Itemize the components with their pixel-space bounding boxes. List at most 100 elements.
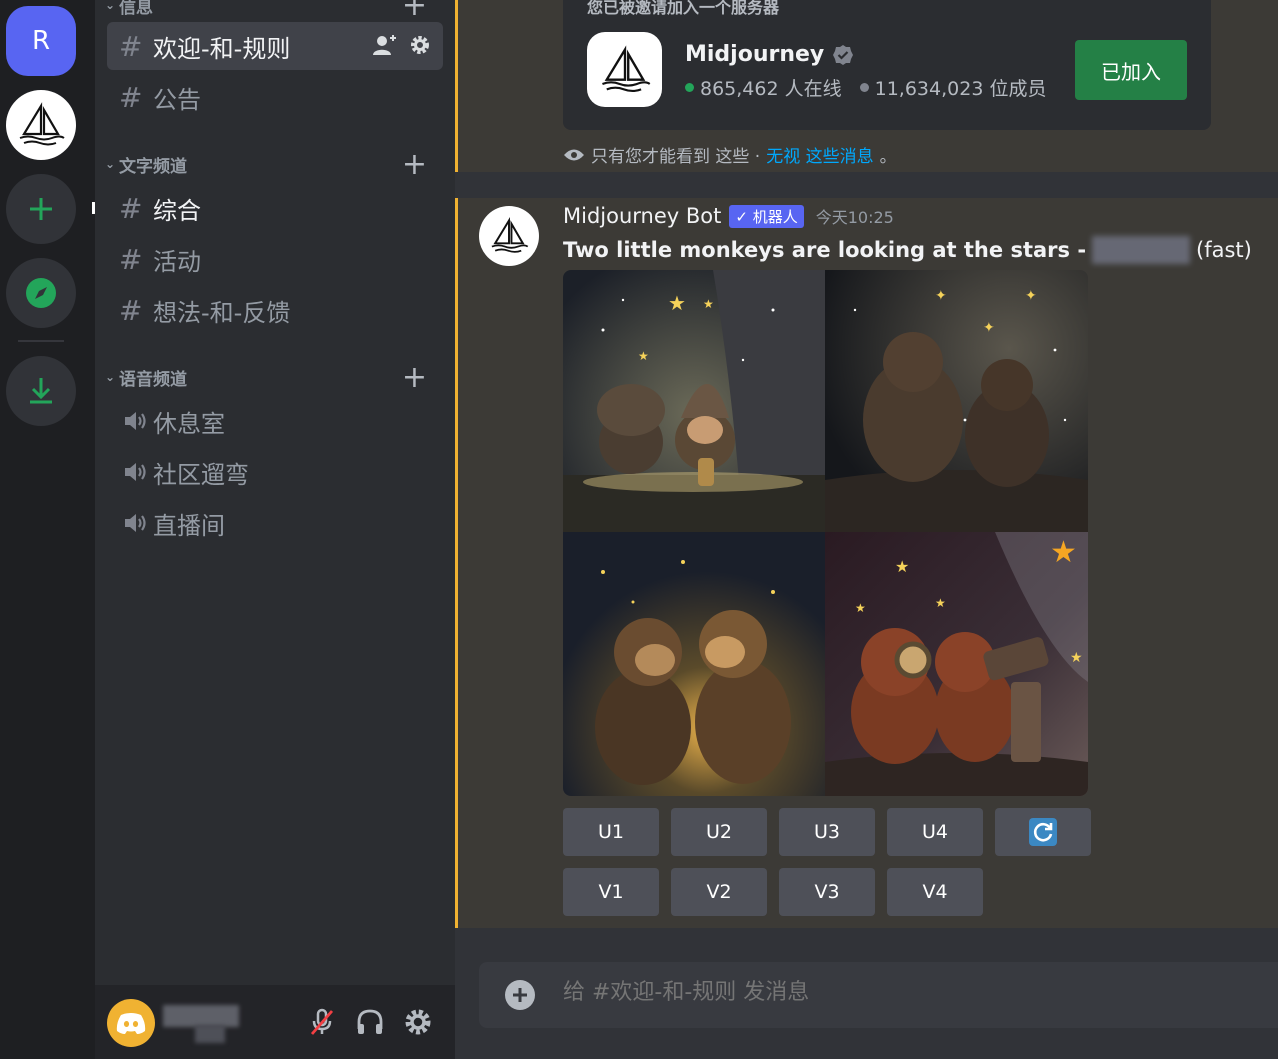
image-tile-3[interactable]: [563, 532, 825, 796]
author-name[interactable]: Midjourney Bot: [563, 204, 721, 228]
channel-welcome-rules[interactable]: # 欢迎-和-规则: [107, 22, 443, 70]
add-server-button[interactable]: [6, 174, 76, 244]
message-composer: [479, 962, 1278, 1028]
channel-sidebar: ⌄ 信息 + # 欢迎-和-规则 # 公告 ⌄ 文字频道 + # 综合 # 活动…: [95, 0, 455, 1059]
upscale-4-button[interactable]: U4: [887, 808, 983, 856]
home-server-button[interactable]: R: [6, 6, 76, 76]
message-input[interactable]: [563, 980, 1163, 1005]
channel-label: 综合: [153, 196, 201, 225]
joined-button[interactable]: 已加入: [1075, 40, 1187, 100]
channel-announcements[interactable]: # 公告: [107, 73, 443, 121]
online-dot: [685, 83, 694, 92]
image-tile-2[interactable]: ✦ ✦ ✦: [825, 270, 1088, 532]
avatar[interactable]: [107, 999, 155, 1047]
upscale-1-button[interactable]: U1: [563, 808, 659, 856]
speaker-icon: [125, 412, 146, 430]
user-panel: [95, 985, 455, 1059]
generated-image-grid[interactable]: ★ ★ ★ ✦ ✦ ✦ ★ ★ ★ ★ ★: [563, 270, 1088, 796]
add-channel-icon[interactable]: +: [402, 0, 427, 23]
speaker-icon: [125, 463, 146, 481]
server-rail: R: [0, 0, 100, 1059]
dismiss-link[interactable]: 无视 这些消息: [766, 142, 873, 167]
variation-1-button[interactable]: V1: [563, 868, 659, 916]
channel-label: 欢迎-和-规则: [153, 34, 291, 63]
image-tile-1[interactable]: ★ ★ ★: [563, 270, 825, 532]
hash-icon: #: [119, 242, 143, 276]
variation-4-button[interactable]: V4: [887, 868, 983, 916]
invite-member-icon[interactable]: [373, 34, 397, 56]
members-dot: [859, 83, 869, 92]
bot-avatar[interactable]: [479, 206, 539, 266]
channel-events[interactable]: # 活动: [107, 235, 443, 283]
member-count: 11,634,023 位成员: [874, 78, 1047, 100]
user-mention-redacted: [1092, 236, 1191, 264]
voice-channel-lounge[interactable]: 休息室: [107, 397, 443, 445]
svg-text:✦: ✦: [935, 288, 947, 304]
eye-icon: [564, 149, 584, 160]
message-header: Midjourney Bot ✓ 机器人 今天10:25: [563, 204, 894, 228]
category-label: 文字频道: [119, 156, 187, 177]
svg-text:★: ★: [935, 596, 946, 610]
channel-label: 社区遛弯: [153, 460, 249, 489]
server-invite-card: 您已被邀请加入一个服务器 Midjourney 865,462 人在线 11,6…: [563, 0, 1211, 130]
discord-logo-icon: [116, 1013, 146, 1034]
add-channel-icon[interactable]: +: [402, 147, 427, 182]
chevron-down-icon: ⌄: [104, 157, 116, 171]
compass-icon: [26, 278, 56, 308]
attach-plus-button[interactable]: [505, 980, 535, 1010]
midjourney-server-button[interactable]: [6, 90, 76, 160]
ephemeral-end: 。: [879, 147, 897, 167]
plus-icon: [513, 988, 527, 1002]
online-count: 865,462 人在线: [700, 78, 842, 100]
prompt-bold: Two little monkeys are looking at the st…: [563, 238, 1087, 262]
image-monkeys-curtain: ★ ★ ★: [563, 270, 825, 532]
upscale-3-button[interactable]: U3: [779, 808, 875, 856]
channel-ideas-feedback[interactable]: # 想法-和-反馈: [107, 286, 443, 334]
hash-icon: #: [119, 293, 143, 327]
user-status-redacted: [195, 1025, 225, 1043]
ephemeral-notice: 只有您才能看到 这些 · 无视 这些消息 。: [563, 142, 897, 167]
invite-stats: 865,462 人在线 11,634,023 位成员: [685, 74, 1046, 101]
plus-icon: [30, 198, 52, 220]
invite-server-name: Midjourney: [685, 42, 854, 67]
mic-muted-icon[interactable]: [307, 1007, 337, 1037]
svg-text:✦: ✦: [983, 320, 995, 336]
svg-text:✦: ✦: [1025, 288, 1037, 304]
variation-2-button[interactable]: V2: [671, 868, 767, 916]
server-initial: R: [31, 26, 51, 56]
category-text[interactable]: ⌄ 文字频道 +: [101, 147, 441, 182]
channel-general[interactable]: # 综合: [107, 184, 443, 232]
chevron-down-icon: ⌄: [104, 370, 116, 384]
voice-channel-community-walk[interactable]: 社区遛弯: [107, 448, 443, 496]
sailboat-icon: [491, 217, 529, 253]
upscale-2-button[interactable]: U2: [671, 808, 767, 856]
chevron-down-icon: ⌄: [104, 0, 116, 12]
image-tile-4[interactable]: ★ ★ ★ ★ ★: [825, 532, 1088, 796]
svg-text:★: ★: [1070, 650, 1083, 666]
voice-channel-livestream[interactable]: 直播间: [107, 499, 443, 547]
gear-icon[interactable]: [409, 34, 431, 56]
hash-icon: #: [119, 29, 143, 63]
sailboat-icon: [19, 102, 65, 146]
category-voice[interactable]: ⌄ 语音频道 +: [101, 360, 441, 395]
headphones-icon[interactable]: [355, 1007, 385, 1037]
category-label: 语音频道: [119, 369, 187, 390]
refresh-icon: [1029, 818, 1057, 846]
variation-3-button[interactable]: V3: [779, 868, 875, 916]
verified-badge-icon: [833, 44, 854, 65]
download-apps-button[interactable]: [6, 356, 76, 426]
reroll-button[interactable]: [995, 808, 1091, 856]
download-icon: [30, 378, 52, 404]
channel-label: 公告: [153, 85, 201, 114]
hash-icon: #: [119, 191, 143, 225]
category-info[interactable]: ⌄ 信息 +: [101, 0, 441, 23]
add-channel-icon[interactable]: +: [402, 360, 427, 395]
channel-label: 想法-和-反馈: [153, 298, 291, 327]
bot-badge: ✓ 机器人: [729, 204, 804, 228]
explore-servers-button[interactable]: [6, 258, 76, 328]
channel-label: 休息室: [153, 409, 225, 438]
user-settings-gear-icon[interactable]: [403, 1007, 433, 1037]
prompt-text: Two little monkeys are looking at the st…: [563, 236, 1252, 264]
speaker-icon: [125, 514, 146, 532]
server-icon: [587, 32, 662, 107]
